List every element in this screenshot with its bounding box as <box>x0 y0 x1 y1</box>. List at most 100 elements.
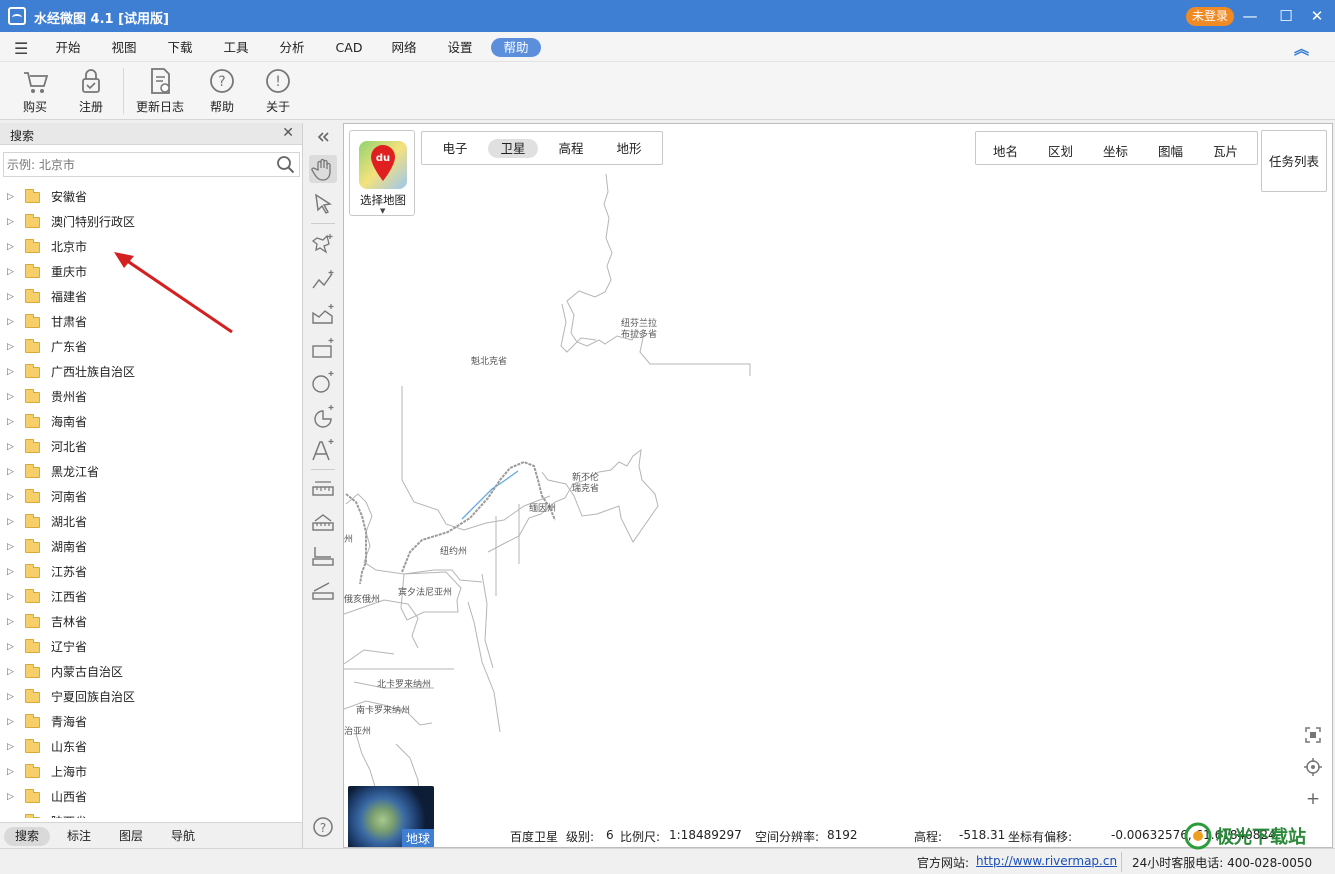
menu-analysis[interactable]: 分析 <box>273 38 311 57</box>
expand-arrow-icon[interactable]: ▷ <box>7 260 14 285</box>
add-marker-tool[interactable] <box>309 230 337 258</box>
menu-download[interactable]: 下载 <box>161 38 199 57</box>
tab-layers[interactable]: 图层 <box>111 827 151 846</box>
add-circle-tool[interactable] <box>309 368 337 396</box>
menu-start[interactable]: 开始 <box>49 38 87 57</box>
tree-item[interactable]: ▷ 安徽省 <box>0 185 302 210</box>
tab-annotation[interactable]: 标注 <box>59 827 99 846</box>
register-button[interactable]: 注册 <box>63 66 119 115</box>
tree-item[interactable]: ▷ 青海省 <box>0 710 302 735</box>
expand-arrow-icon[interactable]: ▷ <box>7 610 14 635</box>
tree-item[interactable]: ▷ 江西省 <box>0 585 302 610</box>
zoom-in-icon[interactable]: + <box>1299 785 1327 813</box>
buy-button[interactable]: 购买 <box>7 66 63 115</box>
pan-tool[interactable] <box>309 155 337 183</box>
tree-item[interactable]: ▷ 内蒙古自治区 <box>0 660 302 685</box>
add-polygon-tool[interactable] <box>309 301 337 329</box>
expand-arrow-icon[interactable]: ▷ <box>7 335 14 360</box>
login-button[interactable]: 未登录 <box>1186 7 1234 26</box>
close-button[interactable]: ✕ <box>1305 4 1329 28</box>
expand-arrow-icon[interactable]: ▷ <box>7 710 14 735</box>
tree-item[interactable]: ▷ 河北省 <box>0 435 302 460</box>
menu-cad[interactable]: CAD <box>330 38 368 57</box>
menu-help[interactable]: 帮助 <box>491 38 541 57</box>
task-list-button[interactable]: 任务列表 <box>1261 130 1327 192</box>
tree-item[interactable]: ▷ 山西省 <box>0 785 302 810</box>
tool-coordinate[interactable]: 坐标 <box>1103 141 1128 160</box>
tree-item[interactable]: ▷ 河南省 <box>0 485 302 510</box>
tree-item[interactable]: ▷ 吉林省 <box>0 610 302 635</box>
locate-icon[interactable] <box>1299 753 1327 781</box>
expand-arrow-icon[interactable]: ▷ <box>7 560 14 585</box>
minimize-button[interactable]: — <box>1238 4 1262 28</box>
map-type-elevation[interactable]: 高程 <box>546 139 596 158</box>
tree-item[interactable]: ▷ 湖北省 <box>0 510 302 535</box>
expand-arrow-icon[interactable]: ▷ <box>7 460 14 485</box>
maximize-button[interactable]: ☐ <box>1274 4 1298 28</box>
expand-arrow-icon[interactable]: ▷ <box>7 635 14 660</box>
add-text-tool[interactable] <box>309 436 337 464</box>
expand-arrow-icon[interactable]: ▷ <box>7 585 14 610</box>
fullscreen-icon[interactable] <box>1299 721 1327 749</box>
menu-tools[interactable]: 工具 <box>217 38 255 57</box>
tree-item[interactable]: ▷ 江苏省 <box>0 560 302 585</box>
tree-item[interactable]: ▷ 上海市 <box>0 760 302 785</box>
tool-place-name[interactable]: 地名 <box>993 141 1018 160</box>
menu-view[interactable]: 视图 <box>105 38 143 57</box>
tree-item[interactable]: ▷ 广西壮族自治区 <box>0 360 302 385</box>
expand-arrow-icon[interactable]: ▷ <box>7 735 14 760</box>
expand-arrow-icon[interactable]: ▷ <box>7 185 14 210</box>
tree-item[interactable]: ▷ 黑龙江省 <box>0 460 302 485</box>
hamburger-menu-icon[interactable]: ☰ <box>14 39 28 58</box>
tool-tile[interactable]: 瓦片 <box>1213 141 1238 160</box>
expand-arrow-icon[interactable]: ▷ <box>7 410 14 435</box>
tree-item[interactable]: ▷ 澳门特别行政区 <box>0 210 302 235</box>
tree-item[interactable]: ▷ 海南省 <box>0 410 302 435</box>
tab-navigation[interactable]: 导航 <box>163 827 203 846</box>
expand-arrow-icon[interactable]: ▷ <box>7 485 14 510</box>
search-icon[interactable] <box>276 155 296 175</box>
measure-distance-tool[interactable] <box>309 475 337 503</box>
expand-arrow-icon[interactable]: ▷ <box>7 435 14 460</box>
expand-arrow-icon[interactable]: ▷ <box>7 210 14 235</box>
tree-item[interactable]: ▷ 辽宁省 <box>0 635 302 660</box>
tree-item[interactable]: ▷ 山东省 <box>0 735 302 760</box>
expand-arrow-icon[interactable]: ▷ <box>7 235 14 260</box>
map-type-satellite[interactable]: 卫星 <box>488 139 538 158</box>
add-sector-tool[interactable] <box>309 402 337 430</box>
changelog-button[interactable]: 更新日志 <box>132 66 188 115</box>
menu-network[interactable]: 网络 <box>385 38 423 57</box>
tree-item[interactable]: ▷ 宁夏回族自治区 <box>0 685 302 710</box>
measure-area-tool[interactable] <box>309 509 337 537</box>
expand-arrow-icon[interactable]: ▷ <box>7 760 14 785</box>
about-button[interactable]: ! 关于 <box>250 66 306 115</box>
expand-arrow-icon[interactable]: ▷ <box>7 785 14 810</box>
map-view[interactable]: 纽芬兰拉 布拉多省 魁北克省 新不伦 瑞克省 缅因州 纽约州 宾夕法尼亚州 俄亥… <box>343 123 1333 848</box>
tool-map-sheet[interactable]: 图幅 <box>1158 141 1183 160</box>
add-polyline-tool[interactable] <box>309 266 337 294</box>
select-map-button[interactable]: du 选择地图 ▼ <box>349 130 415 216</box>
expand-arrow-icon[interactable]: ▷ <box>7 360 14 385</box>
expand-arrow-icon[interactable]: ▷ <box>7 310 14 335</box>
website-link[interactable]: http://www.rivermap.cn <box>976 854 1117 868</box>
measure-height-tool[interactable] <box>309 543 337 571</box>
tree-item[interactable]: ▷ 贵州省 <box>0 385 302 410</box>
help-button[interactable]: ? 帮助 <box>194 66 250 115</box>
add-rectangle-tool[interactable] <box>309 335 337 363</box>
tree-item[interactable]: ▷ 陕西省 <box>0 810 302 818</box>
expand-arrow-icon[interactable]: ▷ <box>7 810 14 818</box>
globe-view-button[interactable]: 地球 <box>348 786 434 847</box>
close-panel-icon[interactable]: ✕ <box>282 125 294 141</box>
menu-settings[interactable]: 设置 <box>441 38 479 57</box>
tool-district[interactable]: 区划 <box>1048 141 1073 160</box>
map-type-terrain[interactable]: 地形 <box>604 139 654 158</box>
expand-arrow-icon[interactable]: ▷ <box>7 685 14 710</box>
tree-item[interactable]: ▷ 湖南省 <box>0 535 302 560</box>
search-input[interactable] <box>4 153 264 176</box>
expand-arrow-icon[interactable]: ▷ <box>7 660 14 685</box>
tab-search[interactable]: 搜索 <box>4 827 50 846</box>
help-circle-icon[interactable]: ? <box>309 813 337 841</box>
expand-arrow-icon[interactable]: ▷ <box>7 385 14 410</box>
select-tool[interactable] <box>309 190 337 218</box>
expand-arrow-icon[interactable]: ▷ <box>7 510 14 535</box>
